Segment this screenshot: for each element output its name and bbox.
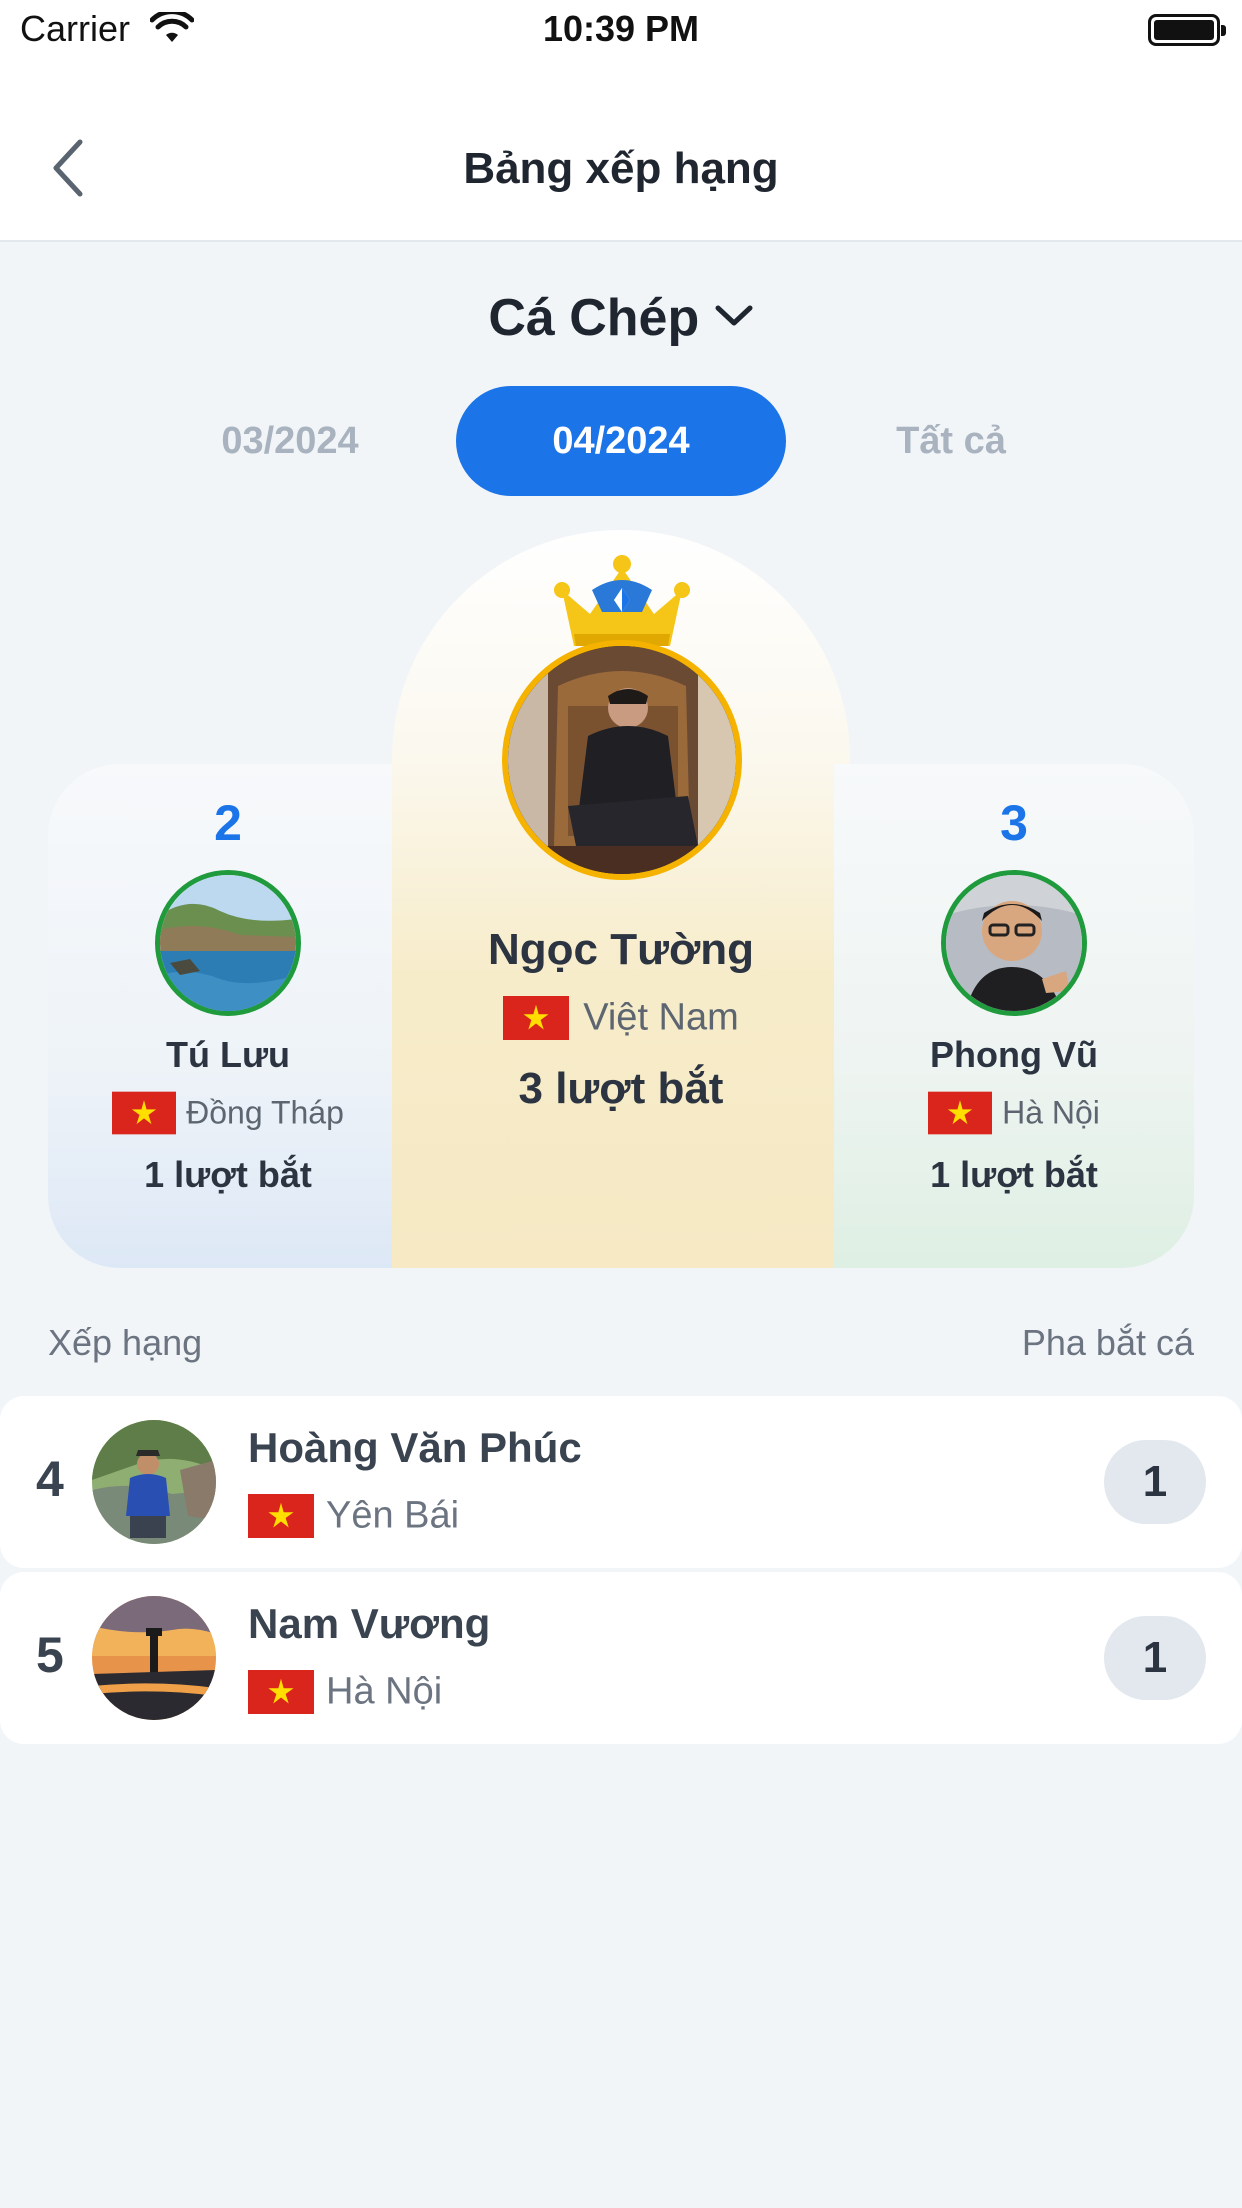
player-name: Phong Vũ [930, 1034, 1098, 1075]
podium-third[interactable]: 3 Phong Vũ Hà Nội 1 lượt bắt [834, 764, 1194, 1268]
species-dropdown[interactable]: Cá Chép [0, 288, 1242, 348]
avatar [155, 870, 301, 1016]
player-score: 1 lượt bắt [930, 1154, 1098, 1195]
tab-04-2024[interactable]: 04/2024 [456, 386, 786, 496]
vietnam-flag-icon [248, 1670, 314, 1714]
rank-number: 2 [214, 795, 242, 851]
status-bar: Carrier 10:39 PM [0, 0, 1242, 66]
player-name: Tú Lưu [165, 1034, 291, 1075]
clock: 10:39 PM [542, 8, 700, 49]
table-row[interactable]: 5 Nam Vương Hà Nội 1 [0, 1572, 1242, 1744]
page-title: Bảng xếp hạng [463, 144, 779, 193]
avatar [92, 1420, 216, 1544]
tab-03-2024[interactable]: 03/2024 [125, 386, 455, 496]
row-name: Hoàng Văn Phúc [248, 1424, 582, 1471]
rank-number: 3 [1000, 795, 1028, 851]
catches-column-header: Pha bắt cá [1021, 1322, 1194, 1363]
catch-count-badge: 1 [1104, 1440, 1206, 1524]
player-name: Ngọc Tường [488, 925, 754, 974]
avatar [92, 1596, 216, 1720]
podium-first[interactable]: Ngọc Tường Việt Nam 3 lượt bắt [392, 530, 850, 1268]
podium-second[interactable]: 2 Tú Lưu Đồng Tháp 1 lượt bắt [48, 764, 408, 1268]
player-score: 1 lượt bắt [144, 1154, 312, 1195]
tab-all[interactable]: Tất cả [786, 386, 1116, 496]
row-location: Yên Bái [248, 1492, 459, 1540]
row-location: Hà Nội [248, 1668, 442, 1716]
player-location: Hà Nội [834, 1090, 1194, 1136]
row-rank: 5 [36, 1627, 64, 1683]
player-location: Đồng Tháp [48, 1090, 408, 1136]
species-label: Cá Chép [488, 289, 700, 347]
row-name: Nam Vương [248, 1600, 491, 1647]
player-score: 3 lượt bắt [518, 1064, 724, 1113]
rank-column-header: Xếp hạng [48, 1322, 203, 1363]
row-rank: 4 [36, 1451, 64, 1507]
catch-count-badge: 1 [1104, 1616, 1206, 1700]
vietnam-flag-icon [503, 996, 570, 1040]
player-location: Việt Nam [392, 994, 850, 1042]
battery-icon [1148, 14, 1226, 46]
vietnam-flag-icon [248, 1494, 314, 1538]
avatar [502, 640, 742, 880]
table-row[interactable]: 4 Hoàng Văn Phúc Yên Bái 1 [0, 1396, 1242, 1568]
vietnam-flag-icon [112, 1091, 177, 1135]
nav-bar: Bảng xếp hạng [0, 66, 1242, 242]
avatar [941, 870, 1087, 1016]
vietnam-flag-icon [928, 1091, 993, 1135]
chevron-down-icon [714, 303, 754, 334]
